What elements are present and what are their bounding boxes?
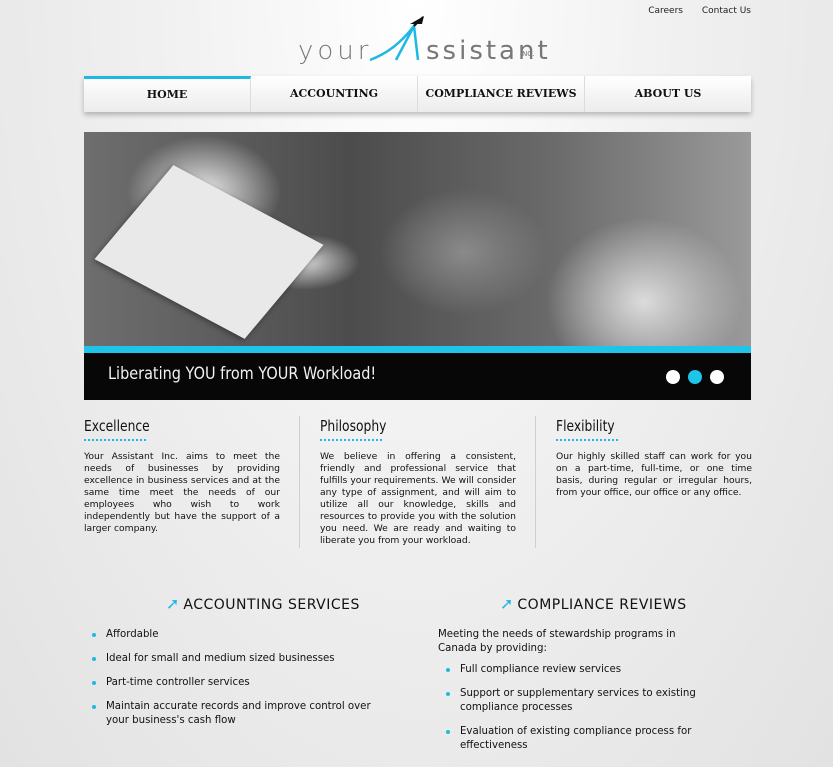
column-title: Philosophy	[320, 417, 387, 435]
logo-text-your: your	[298, 36, 373, 66]
arrow-icon: ➚	[166, 594, 180, 613]
title-underline	[320, 436, 382, 441]
column-flexibility: Flexibility Our highly skilled staff can…	[556, 416, 752, 499]
list-item: Maintain accurate records and improve co…	[92, 700, 372, 728]
accounting-services-heading: ➚ ACCOUNTING SERVICES	[166, 594, 360, 613]
list-item: Ideal for small and medium sized busines…	[92, 652, 372, 666]
list-item: Full compliance review services	[446, 663, 726, 677]
top-links: Careers Contact Us	[632, 6, 751, 16]
hero-slider: Liberating YOU from YOUR Workload!	[84, 132, 751, 400]
hero-caption: Liberating YOU from YOUR Workload!	[108, 364, 377, 384]
slider-dot-3[interactable]	[710, 370, 724, 384]
list-item: Affordable	[92, 628, 372, 642]
column-excellence: Excellence Your Assistant Inc. aims to m…	[84, 416, 280, 535]
column-text: Our highly skilled staff can work for yo…	[556, 451, 752, 498]
list-item: Evaluation of existing compliance proces…	[446, 725, 726, 753]
accounting-list: Affordable Ideal for small and medium si…	[92, 628, 372, 728]
column-divider	[535, 416, 536, 548]
title-underline	[84, 436, 146, 441]
section-title: COMPLIANCE REVIEWS	[517, 597, 687, 613]
column-philosophy: Philosophy We believe in offering a cons…	[320, 416, 516, 550]
slider-dot-2[interactable]	[688, 370, 702, 384]
compliance-list: Full compliance review services Support …	[446, 663, 726, 753]
tab-about-us[interactable]: ABOUT US	[585, 76, 751, 112]
column-text: We believe in offering a consistent, fri…	[320, 451, 516, 546]
title-underline	[556, 436, 618, 441]
logo[interactable]: your ssistant INC.	[298, 16, 548, 72]
logo-text-inc: INC.	[520, 50, 535, 58]
column-text: Your Assistant Inc. aims to meet the nee…	[84, 451, 280, 534]
column-divider	[299, 416, 300, 548]
section-title: ACCOUNTING SERVICES	[183, 597, 360, 613]
tab-compliance-reviews[interactable]: COMPLIANCE REVIEWS	[418, 76, 585, 112]
tab-accounting[interactable]: ACCOUNTING	[251, 76, 418, 112]
hero-accent-band	[84, 346, 751, 353]
list-item: Part-time controller services	[92, 676, 372, 690]
compliance-reviews-heading: ➚ COMPLIANCE REVIEWS	[500, 594, 687, 613]
column-title: Excellence	[84, 417, 150, 435]
careers-link[interactable]: Careers	[648, 6, 683, 16]
list-item: Support or supplementary services to exi…	[446, 687, 726, 715]
tab-home[interactable]: HOME	[84, 76, 251, 112]
arrow-icon: ➚	[500, 594, 514, 613]
slider-dot-1[interactable]	[666, 370, 680, 384]
contact-us-link[interactable]: Contact Us	[702, 6, 751, 16]
column-title: Flexibility	[556, 417, 615, 435]
compliance-intro: Meeting the needs of stewardship program…	[438, 629, 676, 654]
main-nav: HOME ACCOUNTING COMPLIANCE REVIEWS ABOUT…	[84, 76, 751, 112]
slider-dots	[666, 370, 724, 384]
